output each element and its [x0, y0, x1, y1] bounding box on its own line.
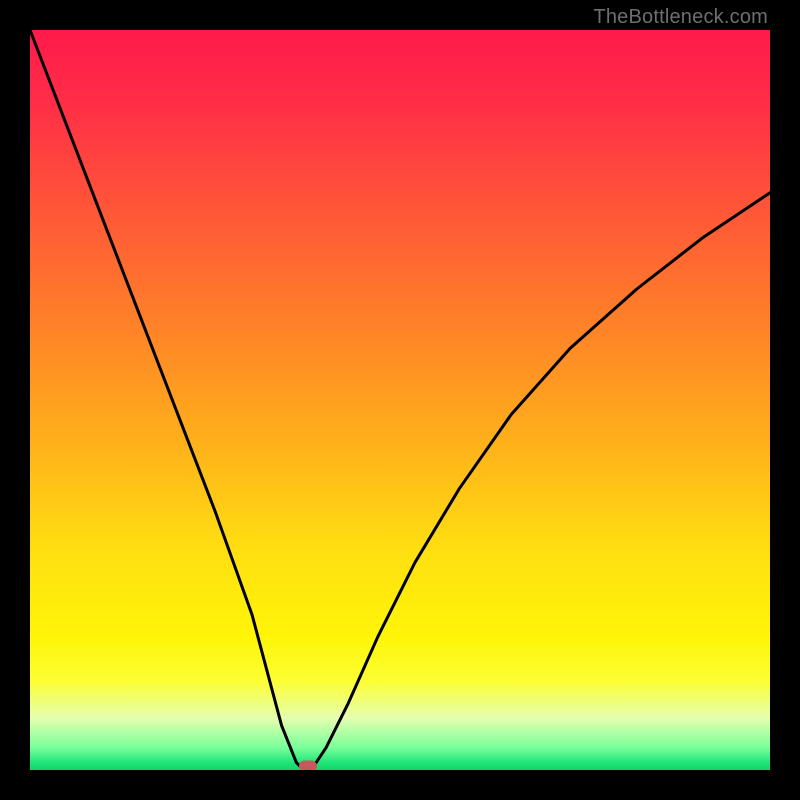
outer-frame: TheBottleneck.com — [0, 0, 800, 800]
curve-path — [30, 30, 770, 770]
optimal-marker — [299, 761, 317, 770]
bottleneck-curve — [30, 30, 770, 770]
watermark-text: TheBottleneck.com — [593, 6, 768, 29]
plot-area — [30, 30, 770, 770]
